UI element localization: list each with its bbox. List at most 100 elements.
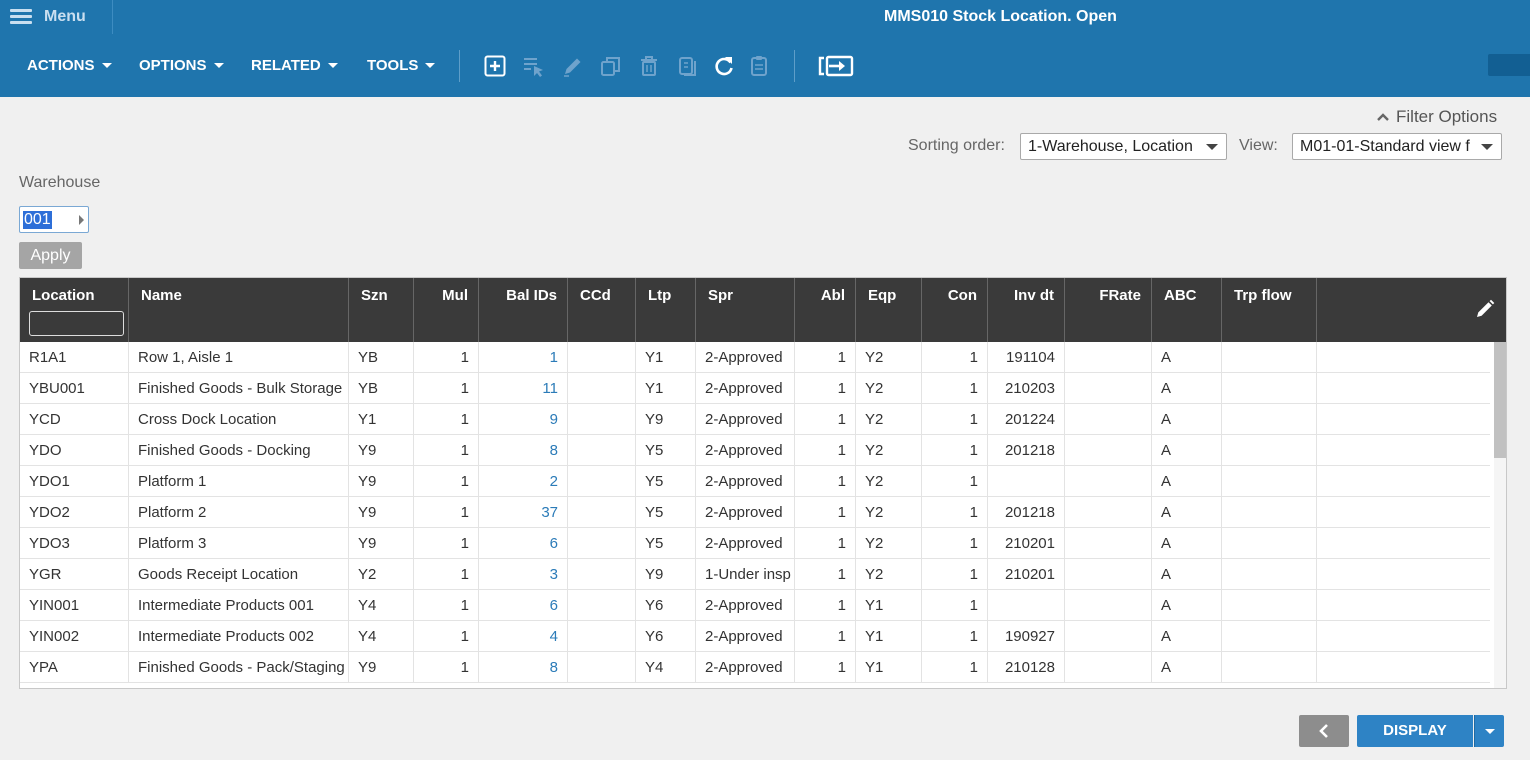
filter-options-label: Filter Options [1396, 107, 1498, 126]
cell-inv-dt: 210201 [988, 559, 1065, 590]
cell-szn: Y9 [349, 652, 414, 683]
cell-mul: 1 [414, 373, 479, 404]
cell-bal-ids[interactable]: 4 [479, 621, 568, 652]
table-row[interactable]: YIN002 Intermediate Products 002 Y4 1 4 Y6 2-A… [20, 621, 1490, 652]
view-select[interactable]: M01-01-Standard view f [1292, 133, 1502, 160]
cell-eqp: Y2 [856, 528, 922, 559]
column-header-ccd[interactable]: CCd [568, 278, 636, 342]
cell-inv-dt: 201218 [988, 497, 1065, 528]
related-menu[interactable]: RELATED [251, 34, 338, 97]
cell-eqp: Y2 [856, 466, 922, 497]
table-row[interactable]: R1A1 Row 1, Aisle 1 YB 1 1 Y1 2-Approved 1 Y2 1 19… [20, 342, 1490, 373]
toolbar-overflow-tab[interactable] [1488, 54, 1530, 76]
table-row[interactable]: YDO Finished Goods - Docking Y9 1 8 Y5 2-Appro… [20, 435, 1490, 466]
refresh-icon[interactable] [712, 54, 736, 78]
cell-spr: 2-Approved [696, 342, 795, 373]
display-panel-icon[interactable] [818, 54, 854, 78]
cell-ltp: Y9 [636, 404, 696, 435]
cell-abl: 1 [795, 621, 856, 652]
cell-eqp: Y2 [856, 404, 922, 435]
column-header-inv-dt[interactable]: Inv dt [988, 278, 1065, 342]
display-options-button[interactable] [1474, 715, 1504, 747]
cell-trp-flow [1222, 497, 1317, 528]
copy-icon[interactable] [599, 54, 623, 78]
cell-ccd [568, 559, 636, 590]
filter-options-toggle[interactable]: Filter Options [1376, 106, 1497, 128]
cell-location: YDO1 [20, 466, 129, 497]
cell-bal-ids[interactable]: 6 [479, 590, 568, 621]
vertical-scrollbar[interactable] [1494, 342, 1506, 688]
cell-abc: A [1152, 497, 1222, 528]
table-row[interactable]: YPA Finished Goods - Pack/Staging Y9 1 8 Y4 2-… [20, 652, 1490, 683]
cell-ccd [568, 590, 636, 621]
actions-menu-label: ACTIONS [27, 57, 95, 74]
column-header-name[interactable]: Name [129, 278, 349, 342]
cell-eqp: Y2 [856, 435, 922, 466]
scrollbar-thumb[interactable] [1494, 342, 1506, 458]
column-header-szn[interactable]: Szn [349, 278, 414, 342]
grid-header: Trp flow ABC FRate Inv dt Con Eqp Abl Spr Ltp CCd… [20, 278, 1506, 342]
warehouse-label: Warehouse [19, 174, 101, 191]
column-header-con[interactable]: Con [922, 278, 988, 342]
sorting-order-label: Sorting order: [908, 137, 1005, 154]
cell-bal-ids[interactable]: 9 [479, 404, 568, 435]
cell-trp-flow [1222, 404, 1317, 435]
column-header-frate[interactable]: FRate [1065, 278, 1152, 342]
cell-con: 1 [922, 373, 988, 404]
warehouse-value: 001 [23, 211, 52, 229]
column-header-abl[interactable]: Abl [795, 278, 856, 342]
add-icon[interactable] [483, 54, 507, 78]
cell-inv-dt: 190927 [988, 621, 1065, 652]
cell-location: YIN002 [20, 621, 129, 652]
table-row[interactable]: YGR Goods Receipt Location Y2 1 3 Y9 1-Under i… [20, 559, 1490, 590]
edit-icon[interactable] [561, 54, 585, 78]
apply-button[interactable]: Apply [19, 242, 82, 269]
delete-icon[interactable] [637, 54, 661, 78]
edit-columns-icon[interactable] [1474, 298, 1496, 320]
sorting-order-select[interactable]: 1-Warehouse, Location [1020, 133, 1227, 160]
table-row[interactable]: YBU001 Finished Goods - Bulk Storage YB 1 11… [20, 373, 1490, 404]
table-row[interactable]: YDO1 Platform 1 Y9 1 2 Y5 2-Approved 1 Y2 1 A [20, 466, 1490, 497]
select-icon[interactable] [522, 54, 546, 78]
cell-mul: 1 [414, 497, 479, 528]
warehouse-input[interactable]: 001 [19, 206, 89, 233]
browse-arrow-icon[interactable] [79, 215, 84, 225]
column-header-mul[interactable]: Mul [414, 278, 479, 342]
cell-location: YCD [20, 404, 129, 435]
cell-location: R1A1 [20, 342, 129, 373]
options-menu[interactable]: OPTIONS [139, 34, 224, 97]
display-button[interactable]: DISPLAY [1357, 715, 1473, 747]
back-button[interactable] [1299, 715, 1349, 747]
cell-bal-ids[interactable]: 3 [479, 559, 568, 590]
cell-abc: A [1152, 652, 1222, 683]
cell-bal-ids[interactable]: 6 [479, 528, 568, 559]
cell-abc: A [1152, 404, 1222, 435]
location-filter-input[interactable] [29, 311, 124, 336]
cell-abl: 1 [795, 342, 856, 373]
cell-inv-dt: 191104 [988, 342, 1065, 373]
cell-bal-ids[interactable]: 37 [479, 497, 568, 528]
table-row[interactable]: YIN001 Intermediate Products 001 Y4 1 6 Y6 2-A… [20, 590, 1490, 621]
clipboard-icon[interactable] [747, 54, 771, 78]
table-row[interactable]: YDO2 Platform 2 Y9 1 37 Y5 2-Approved 1 Y2 1 20121… [20, 497, 1490, 528]
cell-bal-ids[interactable]: 2 [479, 466, 568, 497]
cell-bal-ids[interactable]: 8 [479, 652, 568, 683]
cell-bal-ids[interactable]: 1 [479, 342, 568, 373]
menu-button[interactable]: Menu [0, 0, 113, 34]
cell-inv-dt: 201224 [988, 404, 1065, 435]
column-header-spr[interactable]: Spr [696, 278, 795, 342]
cell-bal-ids[interactable]: 8 [479, 435, 568, 466]
tools-menu[interactable]: TOOLS [367, 34, 436, 97]
cell-frate [1065, 342, 1152, 373]
duplicate-icon[interactable] [676, 54, 700, 78]
actions-menu[interactable]: ACTIONS [27, 34, 112, 97]
table-row[interactable]: YCD Cross Dock Location Y1 1 9 Y9 2-Approved 1 Y… [20, 404, 1490, 435]
column-header-trp-flow[interactable]: Trp flow [1222, 278, 1317, 342]
cell-bal-ids[interactable]: 11 [479, 373, 568, 404]
column-header-bal-ids[interactable]: Bal IDs [479, 278, 568, 342]
column-header-ltp[interactable]: Ltp [636, 278, 696, 342]
column-header-eqp[interactable]: Eqp [856, 278, 922, 342]
table-row[interactable]: YDO3 Platform 3 Y9 1 6 Y5 2-Approved 1 Y2 1 210201… [20, 528, 1490, 559]
column-header-abc[interactable]: ABC [1152, 278, 1222, 342]
cell-trp-flow [1222, 342, 1317, 373]
